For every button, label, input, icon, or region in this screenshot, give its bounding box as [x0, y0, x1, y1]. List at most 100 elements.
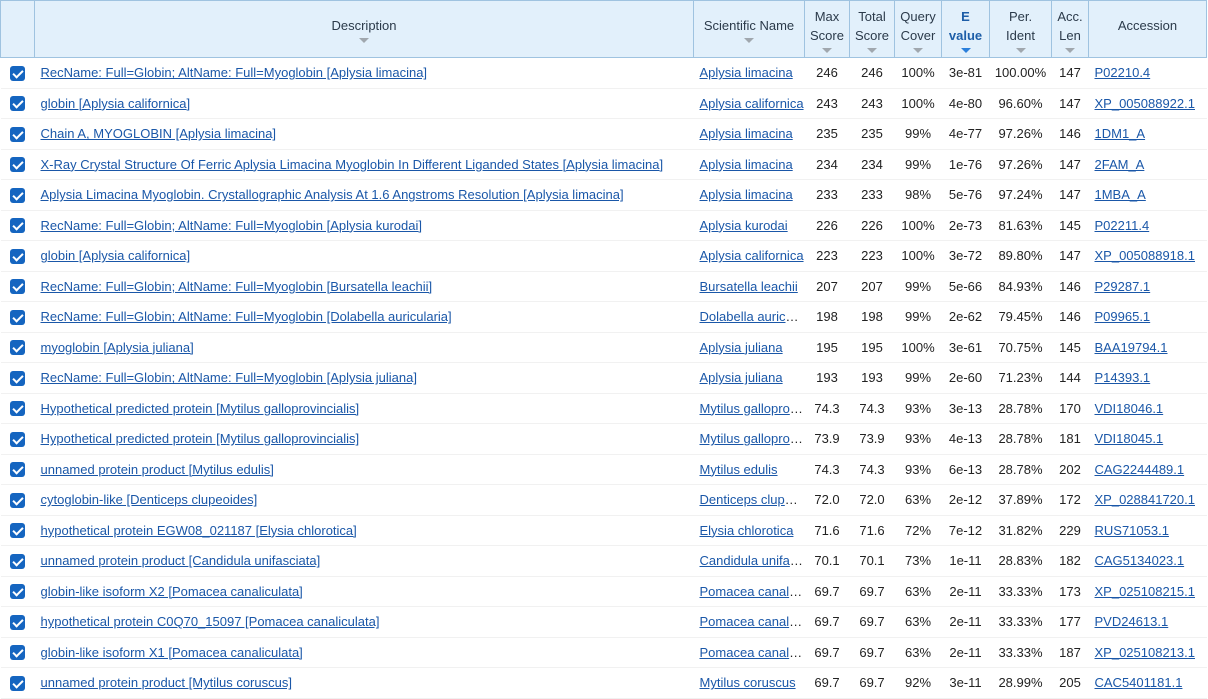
checked-checkbox-icon[interactable] — [10, 492, 25, 508]
scientific-name-link[interactable]: Mytilus galloprovincialis — [700, 401, 805, 416]
checked-checkbox-icon[interactable] — [10, 370, 25, 386]
accession-link[interactable]: RUS71053.1 — [1095, 523, 1169, 538]
scientific-name-link[interactable]: Bursatella leachii — [700, 279, 798, 294]
description-link[interactable]: RecName: Full=Globin; AltName: Full=Myog… — [41, 309, 452, 324]
accession-link[interactable]: 1MBA_A — [1095, 187, 1146, 202]
sort-arrow-icon[interactable] — [1065, 48, 1075, 53]
description-link[interactable]: globin-like isoform X1 [Pomacea canalicu… — [41, 645, 303, 660]
scientific-name-link[interactable]: Mytilus edulis — [700, 462, 778, 477]
accession-link[interactable]: XP_005088918.1 — [1095, 248, 1195, 263]
accession-link[interactable]: VDI18045.1 — [1095, 431, 1164, 446]
accession-link[interactable]: XP_005088922.1 — [1095, 96, 1195, 111]
description-link[interactable]: unnamed protein product [Mytilus edulis] — [41, 462, 274, 477]
description-link[interactable]: cytoglobin-like [Denticeps clupeoides] — [41, 492, 258, 507]
description-link[interactable]: myoglobin [Aplysia juliana] — [41, 340, 194, 355]
scientific-name-link[interactable]: Pomacea canaliculata — [700, 584, 805, 599]
checked-checkbox-icon[interactable] — [10, 675, 25, 691]
accession-link[interactable]: XP_028841720.1 — [1095, 492, 1195, 507]
description-link[interactable]: X-Ray Crystal Structure Of Ferric Aplysi… — [41, 157, 664, 172]
checked-checkbox-icon[interactable] — [10, 65, 25, 81]
col-header-query-cover[interactable]: Query Cover — [894, 0, 942, 58]
col-header-max-score[interactable]: Max Score — [804, 0, 850, 58]
checked-checkbox-icon[interactable] — [10, 96, 25, 112]
checked-checkbox-icon[interactable] — [10, 553, 25, 569]
description-link[interactable]: Chain A, MYOGLOBIN [Aplysia limacina] — [41, 126, 277, 141]
scientific-name-link[interactable]: Aplysia kurodai — [700, 218, 788, 233]
scientific-name-link[interactable]: Pomacea canaliculata — [700, 614, 805, 629]
checked-checkbox-icon[interactable] — [10, 126, 25, 142]
checked-checkbox-icon[interactable] — [10, 218, 25, 234]
accession-link[interactable]: CAG2244489.1 — [1095, 462, 1185, 477]
accession-link[interactable]: CAG5134023.1 — [1095, 553, 1185, 568]
sort-arrow-active-icon[interactable] — [960, 48, 971, 53]
sort-arrow-icon[interactable] — [744, 38, 754, 43]
checked-checkbox-icon[interactable] — [10, 462, 25, 478]
accession-link[interactable]: BAA19794.1 — [1095, 340, 1168, 355]
sort-arrow-icon[interactable] — [913, 48, 923, 53]
scientific-name-link[interactable]: Candidula unifasciata — [700, 553, 805, 568]
checked-checkbox-icon[interactable] — [10, 248, 25, 264]
description-link[interactable]: globin [Aplysia californica] — [41, 248, 191, 263]
description-link[interactable]: Hypothetical predicted protein [Mytilus … — [41, 401, 360, 416]
description-link[interactable]: RecName: Full=Globin; AltName: Full=Myog… — [41, 65, 428, 80]
description-link[interactable]: RecName: Full=Globin; AltName: Full=Myog… — [41, 279, 433, 294]
col-header-per-ident[interactable]: Per. Ident — [989, 0, 1052, 58]
accession-link[interactable]: 2FAM_A — [1095, 157, 1145, 172]
accession-link[interactable]: P29287.1 — [1095, 279, 1151, 294]
accession-link[interactable]: P09965.1 — [1095, 309, 1151, 324]
sort-arrow-icon[interactable] — [822, 48, 832, 53]
col-header-total-score[interactable]: Total Score — [849, 0, 895, 58]
accession-link[interactable]: VDI18046.1 — [1095, 401, 1164, 416]
accession-link[interactable]: XP_025108215.1 — [1095, 584, 1195, 599]
description-link[interactable]: hypothetical protein EGW08_021187 [Elysi… — [41, 523, 357, 538]
checked-checkbox-icon[interactable] — [10, 431, 25, 447]
description-link[interactable]: unnamed protein product [Candidula unifa… — [41, 553, 321, 568]
accession-link[interactable]: P02210.4 — [1095, 65, 1151, 80]
scientific-name-link[interactable]: Aplysia limacina — [700, 65, 793, 80]
scientific-name-link[interactable]: Aplysia limacina — [700, 157, 793, 172]
col-header-e-value[interactable]: Evalue — [941, 0, 990, 58]
scientific-name-link[interactable]: Aplysia californica — [700, 248, 804, 263]
checked-checkbox-icon[interactable] — [10, 401, 25, 417]
description-link[interactable]: hypothetical protein C0Q70_15097 [Pomace… — [41, 614, 380, 629]
checked-checkbox-icon[interactable] — [10, 340, 25, 356]
accession-link[interactable]: CAC5401181.1 — [1095, 675, 1183, 690]
checked-checkbox-icon[interactable] — [10, 645, 25, 661]
sort-arrow-icon[interactable] — [867, 48, 877, 53]
scientific-name-link[interactable]: Mytilus coruscus — [700, 675, 796, 690]
checked-checkbox-icon[interactable] — [10, 523, 25, 539]
col-header-acc-len[interactable]: Acc. Len — [1051, 0, 1089, 58]
checked-checkbox-icon[interactable] — [10, 157, 25, 173]
scientific-name-link[interactable]: Aplysia limacina — [700, 126, 793, 141]
accession-link[interactable]: P02211.4 — [1095, 218, 1150, 233]
description-link[interactable]: RecName: Full=Globin; AltName: Full=Myog… — [41, 370, 417, 385]
scientific-name-link[interactable]: Aplysia limacina — [700, 187, 793, 202]
scientific-name-link[interactable]: Pomacea canaliculata — [700, 645, 805, 660]
scientific-name-link[interactable]: Denticeps clupeoides — [700, 492, 805, 507]
description-link[interactable]: unnamed protein product [Mytilus coruscu… — [41, 675, 292, 690]
checked-checkbox-icon[interactable] — [10, 279, 25, 295]
scientific-name-link[interactable]: Aplysia juliana — [700, 340, 783, 355]
scientific-name-link[interactable]: Dolabella auricularia — [700, 309, 805, 324]
scientific-name-link[interactable]: Mytilus galloprovincialis — [700, 431, 805, 446]
description-link[interactable]: globin-like isoform X2 [Pomacea canalicu… — [41, 584, 303, 599]
description-link[interactable]: Hypothetical predicted protein [Mytilus … — [41, 431, 360, 446]
description-link[interactable]: globin [Aplysia californica] — [41, 96, 191, 111]
accession-link[interactable]: P14393.1 — [1095, 370, 1151, 385]
sort-arrow-icon[interactable] — [1015, 48, 1026, 53]
scientific-name-link[interactable]: Aplysia juliana — [700, 370, 783, 385]
col-header-accession[interactable]: Accession — [1088, 0, 1207, 58]
accession-link[interactable]: XP_025108213.1 — [1095, 645, 1195, 660]
checked-checkbox-icon[interactable] — [10, 187, 25, 203]
accession-link[interactable]: 1DM1_A — [1095, 126, 1146, 141]
description-link[interactable]: RecName: Full=Globin; AltName: Full=Myog… — [41, 218, 423, 233]
col-header-scientific-name[interactable]: Scientific Name — [693, 0, 805, 58]
sort-arrow-icon[interactable] — [359, 38, 369, 43]
checked-checkbox-icon[interactable] — [10, 584, 25, 600]
col-header-description[interactable]: Description — [34, 0, 694, 58]
scientific-name-link[interactable]: Elysia chlorotica — [700, 523, 794, 538]
checked-checkbox-icon[interactable] — [10, 614, 25, 630]
accession-link[interactable]: PVD24613.1 — [1095, 614, 1169, 629]
description-link[interactable]: Aplysia Limacina Myoglobin. Crystallogra… — [41, 187, 624, 202]
scientific-name-link[interactable]: Aplysia californica — [700, 96, 804, 111]
